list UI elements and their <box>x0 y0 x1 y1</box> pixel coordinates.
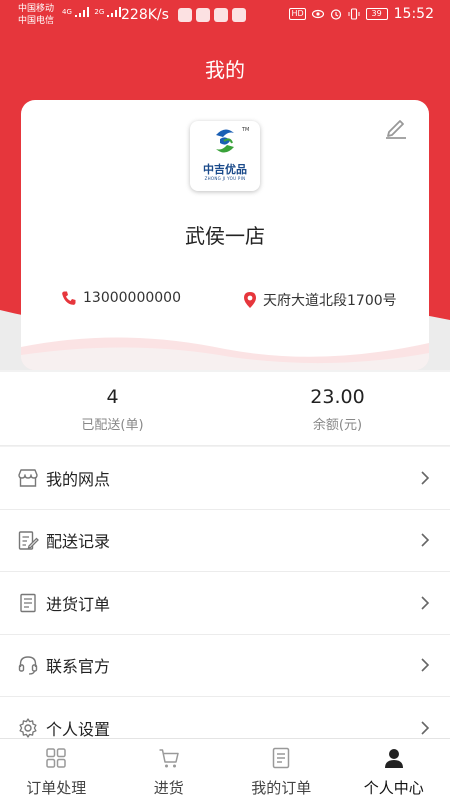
phone-icon <box>62 291 76 305</box>
nav-label: 订单处理 <box>26 779 87 797</box>
signal-icon <box>75 7 90 17</box>
hd-badge: HD <box>289 8 306 20</box>
nav-label: 个人中心 <box>363 779 424 797</box>
menu-item-label: 配送记录 <box>46 532 111 552</box>
stat-value: 4 <box>106 386 119 408</box>
headset-icon <box>18 656 38 675</box>
person-icon <box>384 749 403 768</box>
video-icon <box>232 8 246 22</box>
store-name: 武侯一店 <box>185 224 265 248</box>
wechat-icon <box>178 8 192 22</box>
menu-item-label: 个人设置 <box>46 719 111 739</box>
page-title: 我的 <box>205 58 245 82</box>
system-status: HD 39 15:52 <box>289 6 434 22</box>
phone-number: 13000000000 <box>83 290 181 306</box>
gear-icon <box>19 718 37 738</box>
store-icon <box>18 469 38 487</box>
app-icon <box>196 8 210 22</box>
nav-label: 进货 <box>153 779 184 797</box>
cart-icon <box>159 749 179 768</box>
chevron-right-icon <box>421 471 430 485</box>
carrier-info: 中国移动 中国电信 <box>18 3 54 27</box>
battery-icon: 39 <box>365 8 388 20</box>
nav-label: 我的订单 <box>251 779 312 797</box>
profile-card: TM 中吉优品 ZHONG JI YOU PIN 武侯一店 1300000000… <box>21 100 429 370</box>
clock: 15:52 <box>393 6 434 22</box>
alarm-icon <box>330 9 341 20</box>
phone-info: 13000000000 <box>61 290 181 306</box>
menu-item-label: 进货订单 <box>46 594 111 614</box>
store-address: 天府大道北段1700号 <box>263 293 397 309</box>
menu-item-my-outlets[interactable]: 我的网点 <box>0 447 450 510</box>
chevron-right-icon <box>421 596 430 610</box>
menu-item-label: 我的网点 <box>46 469 111 489</box>
delivered-count-stat[interactable]: 4 已配送(单) <box>0 386 225 433</box>
status-bar: 中国移动 中国电信 4G 2G 228K/s HD 39 15:52 <box>0 0 450 32</box>
nav-tab-purchase[interactable]: 进货 <box>113 739 226 800</box>
menu-item-purchase-orders[interactable]: 进货订单 <box>0 572 450 635</box>
card-wave-decoration <box>21 337 429 370</box>
menu-item-delivery-records[interactable]: 配送记录 <box>0 510 450 572</box>
carrier-2: 中国电信 <box>18 16 55 26</box>
stat-value: 23.00 <box>310 386 365 408</box>
stat-label: 余额(元) <box>312 418 363 433</box>
edit-icon[interactable] <box>383 114 409 140</box>
chevron-right-icon <box>421 721 430 735</box>
stat-label: 已配送(单) <box>81 418 144 433</box>
location-pin-icon <box>244 292 256 308</box>
edit-record-icon <box>18 531 39 550</box>
nav-tab-order-processing[interactable]: 订单处理 <box>0 739 113 800</box>
nav-tab-my-orders[interactable]: 我的订单 <box>225 739 338 800</box>
notification-icons <box>178 8 246 22</box>
network-1: 4G <box>62 8 72 16</box>
vibrate-icon <box>348 8 360 20</box>
network-speed: 228K/s <box>121 7 169 23</box>
logo-subtitle: ZHONG JI YOU PIN <box>204 176 246 181</box>
document-icon <box>273 747 290 769</box>
settings-menu: 我的网点 配送记录 进货订单 联系官方 个人设置 <box>0 447 450 760</box>
menu-item-label: 联系官方 <box>46 657 111 677</box>
nav-tab-personal-center[interactable]: 个人中心 <box>338 739 450 800</box>
chevron-right-icon <box>421 658 430 672</box>
store-logo: TM 中吉优品 ZHONG JI YOU PIN <box>190 121 260 191</box>
chevron-right-icon <box>421 533 430 547</box>
eye-icon <box>311 9 324 19</box>
network-indicators: 4G 2G <box>62 6 124 18</box>
document-icon <box>20 593 36 612</box>
logo-name: 中吉优品 <box>203 163 247 176</box>
address-info: 天府大道北段1700号 <box>243 290 397 310</box>
message-icon <box>214 8 228 22</box>
balance-stat[interactable]: 23.00 余额(元) <box>225 386 450 433</box>
stats-panel: 4 已配送(单) 23.00 余额(元) <box>0 372 450 446</box>
bottom-navigation: 订单处理 进货 我的订单 个人中心 <box>0 738 450 800</box>
trademark-label: TM <box>242 127 250 133</box>
grid-icon <box>46 748 66 768</box>
menu-item-contact-official[interactable]: 联系官方 <box>0 635 450 697</box>
network-2: 2G <box>94 8 105 16</box>
carrier-1: 中国移动 <box>18 4 55 14</box>
logo-emblem-icon <box>216 129 234 153</box>
